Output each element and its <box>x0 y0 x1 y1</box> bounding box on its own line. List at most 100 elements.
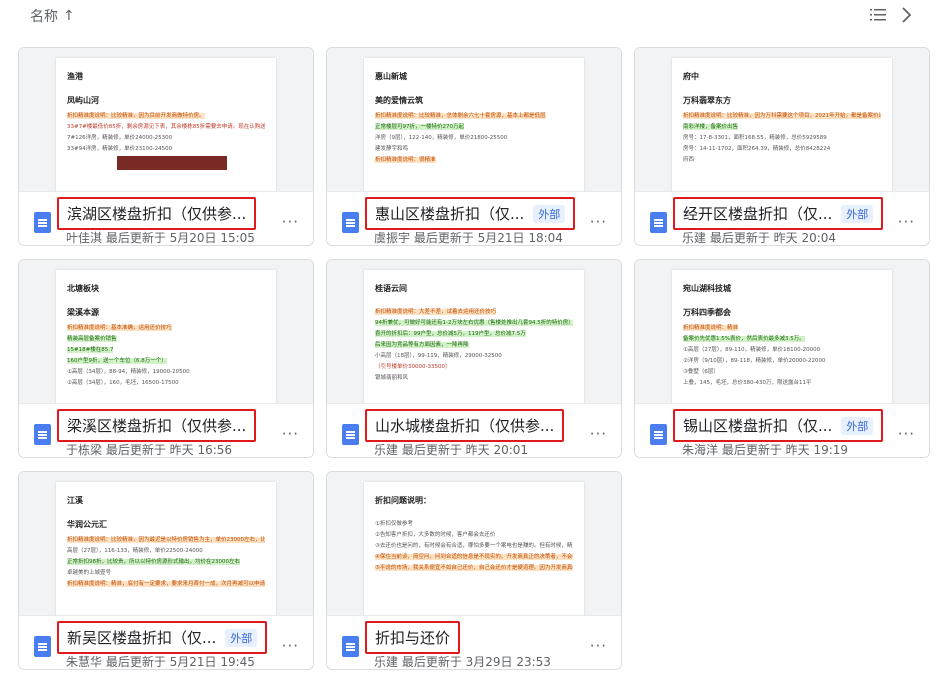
preview-line-text: 正常楼层可97折，一楼特价270万起 <box>375 124 464 130</box>
preview-line: 府西 <box>683 155 881 166</box>
external-badge: 外部 <box>533 204 566 223</box>
document-card[interactable]: 北塘板块 梁溪本源 折扣精准度说明：基本准确，运用还价技巧 精装高层备案价销售 15#1… <box>18 259 314 458</box>
preview-subheading: 华润公元汇 <box>67 520 107 529</box>
preview-line-text: 上叠，145，毛坯，总价380-430万，限送露台11平 <box>683 380 812 386</box>
document-card[interactable]: 惠山新城 美的爱情云筑 折扣精准度说明：比较精准，总体剩余六七十套房源，基本上都是低… <box>326 47 622 246</box>
document-title-highlight[interactable]: 山水城楼盘折扣（仅供参... <box>365 409 565 442</box>
document-icon <box>342 424 359 445</box>
preview-line: 精装高层备案价销售 <box>67 334 265 345</box>
document-title-highlight[interactable]: 新吴区楼盘折扣（仅... 外部 <box>57 621 268 654</box>
document-title: 折扣与还价 <box>375 629 451 647</box>
preview-line: 折扣精准度说明：比较精准，因为目前开发商做特价房。 <box>67 111 265 122</box>
document-title: 滨湖区楼盘折扣（仅供参... <box>67 205 247 223</box>
document-title-highlight[interactable]: 经开区楼盘折扣（仅... 外部 <box>673 197 884 230</box>
preview-line-text: ①高层（34层），88-94，精装修，19000-20500 <box>67 369 190 375</box>
preview-line-text: 正常折扣98折，比较贵，所以以特价房源形式输出，均价在23000左右 <box>67 559 240 565</box>
preview-line-text: 折扣精准度说明：比较精准，因为最近是以特价房销售为主，单价23000左右，比正常… <box>67 537 265 543</box>
preview-line: 房号：17-8-3301，面积168.55，精装修，总价5929589 <box>683 133 881 144</box>
document-preview: 折扣问题说明： ①折扣仅做参考 ②告知客户折扣，大多数的时候，客户都会去还价 ③去还价… <box>327 472 621 622</box>
preview-line: 房号：14-11-1702，面积264.39，精装修，总价8428224 <box>683 144 881 155</box>
preview-line: 后来因为竞品等有方面因素，一降再降 <box>375 340 573 351</box>
preview-line: ①高层（34层），88-94，精装修，19000-20500 <box>67 367 265 378</box>
document-card[interactable]: 江溪 华润公元汇 折扣精准度说明：比较精准，因为最近是以特价房销售为主，单价2300… <box>18 471 314 670</box>
preview-line: ①折扣仅做参考 <box>375 519 573 530</box>
preview-heading: 折扣问题说明： <box>375 496 431 505</box>
preview-line: ②洋房（9/10层），89-118，精装修，单价20000-22000 <box>683 356 881 367</box>
document-card[interactable]: 折扣问题说明： ①折扣仅做参考 ②告知客户折扣，大多数的时候，客户都会去还价 ③去还价… <box>326 471 622 670</box>
preview-page: 桂语云间 折扣精准度说明：大差不差，试着去运用还价技巧 94折兼优，可做好可能还有1… <box>364 270 584 410</box>
more-options-icon[interactable]: ··· <box>282 425 299 443</box>
preview-line-text: 94折兼优，可做好可能还有1-2万块左右优惠（售楼处推出几套94.5折的特价房） <box>375 320 573 326</box>
preview-page: 北塘板块 梁溪本源 折扣精准度说明：基本准确，运用还价技巧 精装高层备案价销售 15#1… <box>56 270 276 410</box>
preview-line: 折扣精准度说明：大差不差，试着去运用还价技巧 <box>375 307 573 318</box>
more-options-icon[interactable]: ··· <box>590 637 607 655</box>
document-card[interactable]: 渔港 凤屿山河 折扣精准度说明：比较精准，因为目前开发商做特价房。 33#7#楼最低价… <box>18 47 314 246</box>
preview-line-text: ③去还价也是问的，有时候会有合适，哪怕多要一个案电也是赚的。但有时候，精盘的折扣… <box>375 543 573 549</box>
preview-line-text: 折扣精准度说明：精准，底付有一定要求，要求来月首付一成，次月再减可以申请折 <box>67 581 265 587</box>
more-options-icon[interactable]: ··· <box>282 637 299 655</box>
preview-line: 折扣精准度说明：比较精准，因为万科需要这个项目，2021年开始，都是备案价出售 <box>683 111 881 122</box>
preview-line: 折扣精准度说明：很精准 <box>375 155 573 166</box>
document-meta: 于栋梁 最后更新于 昨天 16:56 <box>66 443 233 457</box>
preview-line-text: ④保住当前谈，简空问，问到合适的信息是不现实的。开发商真正的决策者，不会在客户没… <box>375 554 573 560</box>
document-title-highlight[interactable]: 锡山区楼盘折扣（仅... 外部 <box>673 409 884 442</box>
document-icon <box>34 212 51 233</box>
document-card[interactable]: 桂语云间 折扣精准度说明：大差不差，试着去运用还价技巧 94折兼优，可做好可能还有1… <box>326 259 622 458</box>
document-info: 折扣与还价 乐建 最后更新于 3月29日 23:53 ··· <box>327 615 621 669</box>
preview-line-text: 后来因为竞品等有方面因素，一降再降 <box>375 342 469 348</box>
document-title-highlight[interactable]: 惠山区楼盘折扣（仅... 外部 <box>365 197 576 230</box>
preview-line-text: 折扣精准度说明：精准 <box>683 325 739 331</box>
preview-line-text: 洋房（9层），122-140，精装修，单价21800-25500 <box>375 135 508 141</box>
preview-line-text: 卓越美的上城壹号 <box>67 570 112 576</box>
document-preview: 府中 万科翡翠东方 折扣精准度说明：比较精准，因为万科需要这个项目，2021年开始，… <box>635 48 929 198</box>
document-icon <box>34 424 51 445</box>
preview-line: 喜开的折扣后：99户型，总价减5万，119户型，总价减7.5万 <box>375 329 573 340</box>
preview-line-text: 府西 <box>683 157 695 163</box>
preview-page: 府中 万科翡翠东方 折扣精准度说明：比较精准，因为万科需要这个项目，2021年开始，… <box>672 58 892 198</box>
document-info: 山水城楼盘折扣（仅供参... 乐建 最后更新于 昨天 20:01 ··· <box>327 403 621 457</box>
preview-line: 折扣精准度说明：精准 <box>683 323 881 334</box>
preview-subheading: 万科四季都会 <box>683 308 731 317</box>
document-card[interactable]: 府中 万科翡翠东方 折扣精准度说明：比较精准，因为万科需要这个项目，2021年开始，… <box>634 47 930 246</box>
preview-line-text: 7#126洋房，精装修，单价24000-25300 <box>67 135 173 141</box>
more-options-icon[interactable]: ··· <box>282 213 299 231</box>
document-info: 新吴区楼盘折扣（仅... 外部 朱慧华 最后更新于 5月21日 19:45 ··· <box>19 615 313 669</box>
preview-line: 正常折扣98折，比较贵，所以以特价房源形式输出，均价在23000左右 <box>67 557 265 568</box>
document-title-highlight[interactable]: 梁溪区楼盘折扣（仅供参... <box>57 409 257 442</box>
chevron-right-icon[interactable] <box>899 6 913 24</box>
preview-page: 宛山湖科技城 万科四季都会 折扣精准度说明：精准 备案价先优惠1.5%表价，然后表价最… <box>672 270 892 410</box>
preview-line-text: 喜开的折扣后：99户型，总价减5万，119户型，总价减7.5万 <box>375 331 526 337</box>
preview-line-text: 房号：17-8-3301，面积168.55，精装修，总价5929589 <box>683 135 827 141</box>
document-icon <box>650 424 667 445</box>
more-options-icon[interactable]: ··· <box>898 425 915 443</box>
preview-line: ②高层（34层），160，毛坯，16500-17500 <box>67 378 265 389</box>
sort-by-name-button[interactable]: 名称 ↑ <box>30 6 75 26</box>
preview-line-text: ②洋房（9/10层），89-118，精装修，单价20000-22000 <box>683 358 826 364</box>
document-info: 梁溪区楼盘折扣（仅供参... 于栋梁 最后更新于 昨天 16:56 ··· <box>19 403 313 457</box>
preview-line-text: 33#7#楼最低价85折，剩余房源见下表，其余楼栋85折需要去申请。现在认购送万… <box>67 124 265 130</box>
more-options-icon[interactable]: ··· <box>590 213 607 231</box>
list-view-icon[interactable] <box>870 7 886 23</box>
preview-line-text: ②告知客户折扣，大多数的时候，客户都会去还价 <box>375 532 496 538</box>
preview-line: 160户型9折，送一个车位（6.8万一个） <box>67 356 265 367</box>
preview-page: 折扣问题说明： ①折扣仅做参考 ②告知客户折扣，大多数的时候，客户都会去还价 ③去还价… <box>364 482 584 622</box>
preview-line: ③去还价也是问的，有时候会有合适，哪怕多要一个案电也是赚的。但有时候，精盘的折扣… <box>375 541 573 552</box>
preview-line-text: 33#94洋房，精装修，单价23100-24500 <box>67 146 173 152</box>
preview-line: 7#126洋房，精装修，单价24000-25300 <box>67 133 265 144</box>
preview-line: 备案价先优惠1.5%表价，然后表价最多减3.5万。 <box>683 334 881 345</box>
preview-subheading: 美的爱情云筑 <box>375 96 423 105</box>
external-badge: 外部 <box>225 628 258 647</box>
preview-line: 小高层（18层），99-119，精装修，29000-32500 <box>375 351 573 362</box>
document-title-highlight[interactable]: 滨湖区楼盘折扣（仅供参... <box>57 197 257 230</box>
preview-line-text: 折扣精准度说明：基本准确，运用还价技巧 <box>67 325 172 331</box>
preview-heading: 渔港 <box>67 72 83 81</box>
document-card[interactable]: 宛山湖科技城 万科四季都会 折扣精准度说明：精准 备案价先优惠1.5%表价，然后表价最… <box>634 259 930 458</box>
document-title: 山水城楼盘折扣（仅供参... <box>375 417 555 435</box>
preview-line: 上叠，145，毛坯，总价380-430万，限送露台11平 <box>683 378 881 389</box>
document-title-highlight[interactable]: 折扣与还价 <box>365 621 461 654</box>
preview-line-text: （引号楼单价30000-33500） <box>375 364 451 370</box>
preview-line: 折扣精准度说明：基本准确，运用还价技巧 <box>67 323 265 334</box>
more-options-icon[interactable]: ··· <box>590 425 607 443</box>
preview-line: ①高层（27层），89-110，精装修，单价18100-20000 <box>683 345 881 356</box>
more-options-icon[interactable]: ··· <box>898 213 915 231</box>
